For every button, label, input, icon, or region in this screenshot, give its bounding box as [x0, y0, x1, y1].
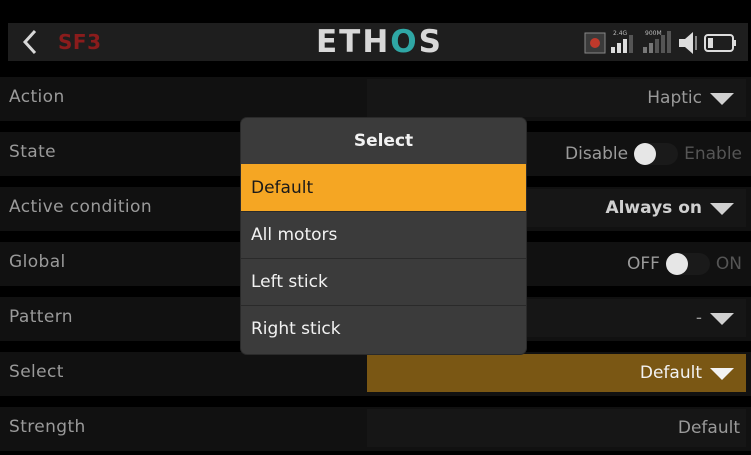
popup-option-left-stick[interactable]: Left stick: [241, 258, 526, 305]
global-toggle-group[interactable]: OFF ON: [627, 253, 742, 275]
record-icon: [584, 32, 606, 54]
popup-option-all-motors[interactable]: All motors: [241, 211, 526, 258]
signal-24g-icon: 2.4G: [611, 30, 633, 53]
popup-option-default[interactable]: Default: [241, 164, 526, 211]
back-button[interactable]: [13, 26, 47, 58]
toggle-knob: [634, 143, 657, 165]
toggle-off-label: OFF: [626, 254, 660, 274]
state-toggle[interactable]: [634, 143, 679, 165]
popup-option-right-stick[interactable]: Right stick: [241, 305, 526, 352]
row-label: State: [9, 142, 56, 162]
toggle-off-label: Disable: [565, 144, 629, 164]
chevron-left-icon: [22, 29, 37, 55]
battery-icon: [704, 34, 736, 52]
select-dropdown[interactable]: Default: [367, 354, 746, 392]
action-dropdown[interactable]: Haptic: [367, 79, 746, 117]
row-label: Pattern: [9, 307, 73, 327]
caret-down-icon: [710, 313, 734, 325]
row-label: Global: [9, 252, 66, 272]
caret-down-icon: [710, 368, 734, 380]
strength-value: Default: [677, 418, 740, 438]
row-label: Active condition: [9, 197, 152, 217]
dropdown-value: Default: [639, 363, 702, 383]
caret-down-icon: [710, 203, 734, 215]
toggle-on-label: ON: [715, 254, 742, 274]
row-label: Action: [9, 87, 65, 107]
toggle-on-label: Enable: [684, 144, 742, 164]
status-icons: 2.4G 900M: [583, 27, 743, 57]
dropdown-value: Always on: [605, 198, 702, 218]
select-popup: Select Default All motors Left stick Rig…: [241, 118, 526, 354]
speaker-icon: [679, 32, 697, 54]
popup-title: Select: [241, 118, 526, 164]
svg-text:900M: 900M: [645, 30, 662, 37]
svg-text:2.4G: 2.4G: [613, 30, 628, 37]
strength-value-box[interactable]: Default: [367, 409, 746, 447]
caret-down-icon: [710, 93, 734, 105]
signal-900m-icon: 900M: [643, 30, 671, 53]
row-select: Select Default: [0, 352, 751, 396]
toggle-knob: [665, 253, 688, 275]
dropdown-value: -: [695, 308, 702, 328]
row-label: Strength: [9, 417, 86, 437]
row-label: Select: [9, 362, 64, 382]
state-toggle-group[interactable]: Disable Enable: [565, 143, 742, 165]
ethos-logo: ETHOS: [316, 24, 443, 60]
row-action: Action Haptic: [0, 77, 751, 121]
top-bar: SF3 ETHOS 2.4G 900M: [0, 0, 751, 67]
dropdown-value: Haptic: [647, 88, 702, 108]
row-strength: Strength Default: [0, 407, 751, 451]
global-toggle[interactable]: [665, 253, 710, 275]
screen-title: SF3: [58, 30, 102, 54]
